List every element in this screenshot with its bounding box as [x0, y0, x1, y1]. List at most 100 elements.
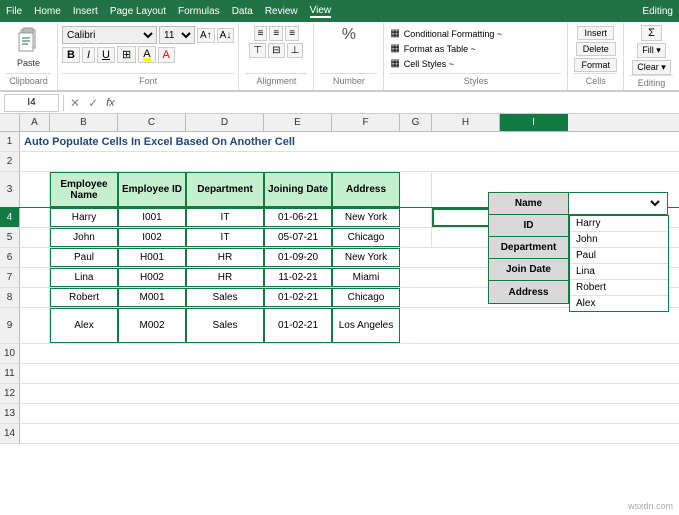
- format-as-table-button[interactable]: Format as Table ~: [404, 44, 476, 54]
- fx-icon[interactable]: fx: [104, 97, 117, 109]
- cell-b6[interactable]: Paul: [50, 248, 118, 267]
- border-button[interactable]: ⊞: [117, 46, 136, 63]
- insert-cells-button[interactable]: Insert: [577, 26, 614, 40]
- cell-styles-button[interactable]: Cell Styles ~: [404, 59, 454, 69]
- formula-input[interactable]: [121, 94, 675, 112]
- cell-b8[interactable]: Robert: [50, 288, 118, 307]
- delete-cells-button[interactable]: Delete: [576, 42, 616, 56]
- row-num-3: 3: [0, 172, 20, 207]
- sum-button[interactable]: Σ: [641, 25, 662, 41]
- row-num-11: 11: [0, 364, 20, 383]
- fill-button[interactable]: Fill ▾: [637, 43, 666, 58]
- lookup-join-label: Join Date: [489, 259, 569, 280]
- header-address: Address: [332, 172, 400, 207]
- cell-d5[interactable]: IT: [186, 228, 264, 247]
- dropdown-item-lina[interactable]: Lina: [570, 264, 668, 280]
- editing-tab[interactable]: Editing: [642, 6, 673, 17]
- cell-b9[interactable]: Alex: [50, 308, 118, 343]
- col-header-h[interactable]: H: [432, 114, 500, 131]
- cell-f9[interactable]: Los Angeles: [332, 308, 400, 343]
- cells-label: Cells: [574, 73, 617, 86]
- cell-c7[interactable]: H002: [118, 268, 186, 287]
- col-header-b[interactable]: B: [50, 114, 118, 131]
- fill-color-button[interactable]: A: [138, 46, 155, 63]
- row-num-2: 2: [0, 152, 20, 171]
- cell-b7[interactable]: Lina: [50, 268, 118, 287]
- row-num-6: 6: [0, 248, 20, 267]
- confirm-icon[interactable]: ✓: [86, 96, 100, 110]
- title-cell: Auto Populate Cells In Excel Based On An…: [20, 132, 679, 151]
- row-num-5: 5: [0, 228, 20, 247]
- row-num-4: 4: [0, 208, 20, 227]
- align-center-button[interactable]: ≡: [269, 26, 283, 41]
- styles-label: Styles: [390, 73, 561, 86]
- align-middle-button[interactable]: ⊟: [268, 43, 284, 58]
- watermark: wsxdn.com: [628, 501, 673, 511]
- increase-font-button[interactable]: A↑: [197, 28, 215, 43]
- italic-button[interactable]: I: [82, 47, 95, 63]
- col-header-f[interactable]: F: [332, 114, 400, 131]
- underline-button[interactable]: U: [97, 47, 115, 63]
- cell-d6[interactable]: HR: [186, 248, 264, 267]
- cell-ref-input[interactable]: [4, 94, 59, 112]
- font-color-button[interactable]: A: [158, 47, 175, 63]
- cell-c4[interactable]: I001: [118, 208, 186, 227]
- dropdown-item-john[interactable]: John: [570, 232, 668, 248]
- cell-e4[interactable]: 01-06-21: [264, 208, 332, 227]
- cell-e8[interactable]: 01-02-21: [264, 288, 332, 307]
- header-employee-name: Employee Name: [50, 172, 118, 207]
- dropdown-list[interactable]: Harry John Paul Lina Robert Alex: [569, 215, 669, 312]
- conditional-formatting-button[interactable]: Conditional Formatting ~: [404, 29, 502, 39]
- lookup-id-label: ID: [489, 215, 569, 236]
- dropdown-item-alex[interactable]: Alex: [570, 296, 668, 311]
- align-bottom-button[interactable]: ⊥: [287, 43, 304, 58]
- cell-f5[interactable]: Chicago: [332, 228, 400, 247]
- lookup-address-label: Address: [489, 281, 569, 303]
- clear-button[interactable]: Clear ▾: [632, 60, 671, 75]
- cell-e9[interactable]: 01-02-21: [264, 308, 332, 343]
- cell-b4[interactable]: Harry: [50, 208, 118, 227]
- cell-e6[interactable]: 01-09-20: [264, 248, 332, 267]
- paste-button[interactable]: Paste: [15, 26, 43, 68]
- cancel-icon[interactable]: ✕: [68, 96, 82, 110]
- cell-d7[interactable]: HR: [186, 268, 264, 287]
- cell-e5[interactable]: 05-07-21: [264, 228, 332, 247]
- col-header-i[interactable]: I: [500, 114, 568, 131]
- number-label: Number: [320, 73, 377, 86]
- dropdown-item-robert[interactable]: Robert: [570, 280, 668, 296]
- row-num-12: 12: [0, 384, 20, 403]
- header-department: Department: [186, 172, 264, 207]
- col-header-a[interactable]: A: [20, 114, 50, 131]
- cell-d9[interactable]: Sales: [186, 308, 264, 343]
- cell-e7[interactable]: 11-02-21: [264, 268, 332, 287]
- col-header-d[interactable]: D: [186, 114, 264, 131]
- cell-c8[interactable]: M001: [118, 288, 186, 307]
- format-cells-button[interactable]: Format: [574, 58, 617, 72]
- cell-f6[interactable]: New York: [332, 248, 400, 267]
- cell-f8[interactable]: Chicago: [332, 288, 400, 307]
- dropdown-item-harry[interactable]: Harry: [570, 216, 668, 232]
- col-header-e[interactable]: E: [264, 114, 332, 131]
- row-num-1: 1: [0, 132, 20, 151]
- font-select[interactable]: Calibri: [62, 26, 157, 44]
- cell-c5[interactable]: I002: [118, 228, 186, 247]
- col-header-g[interactable]: G: [400, 114, 432, 131]
- cell-c9[interactable]: M002: [118, 308, 186, 343]
- align-top-button[interactable]: ⊤: [249, 43, 266, 58]
- clipboard-label: Clipboard: [6, 73, 51, 86]
- cell-d4[interactable]: IT: [186, 208, 264, 227]
- cell-f7[interactable]: Miami: [332, 268, 400, 287]
- lookup-name-input[interactable]: [569, 193, 667, 214]
- cell-b5[interactable]: John: [50, 228, 118, 247]
- align-right-button[interactable]: ≡: [285, 26, 299, 41]
- cell-d8[interactable]: Sales: [186, 288, 264, 307]
- align-left-button[interactable]: ≡: [254, 26, 268, 41]
- bold-button[interactable]: B: [62, 47, 80, 63]
- row-num-9: 9: [0, 308, 20, 343]
- cell-c6[interactable]: H001: [118, 248, 186, 267]
- font-size-select[interactable]: 11: [159, 26, 195, 44]
- dropdown-item-paul[interactable]: Paul: [570, 248, 668, 264]
- col-header-c[interactable]: C: [118, 114, 186, 131]
- cell-f4[interactable]: New York: [332, 208, 400, 227]
- decrease-font-button[interactable]: A↓: [217, 28, 235, 43]
